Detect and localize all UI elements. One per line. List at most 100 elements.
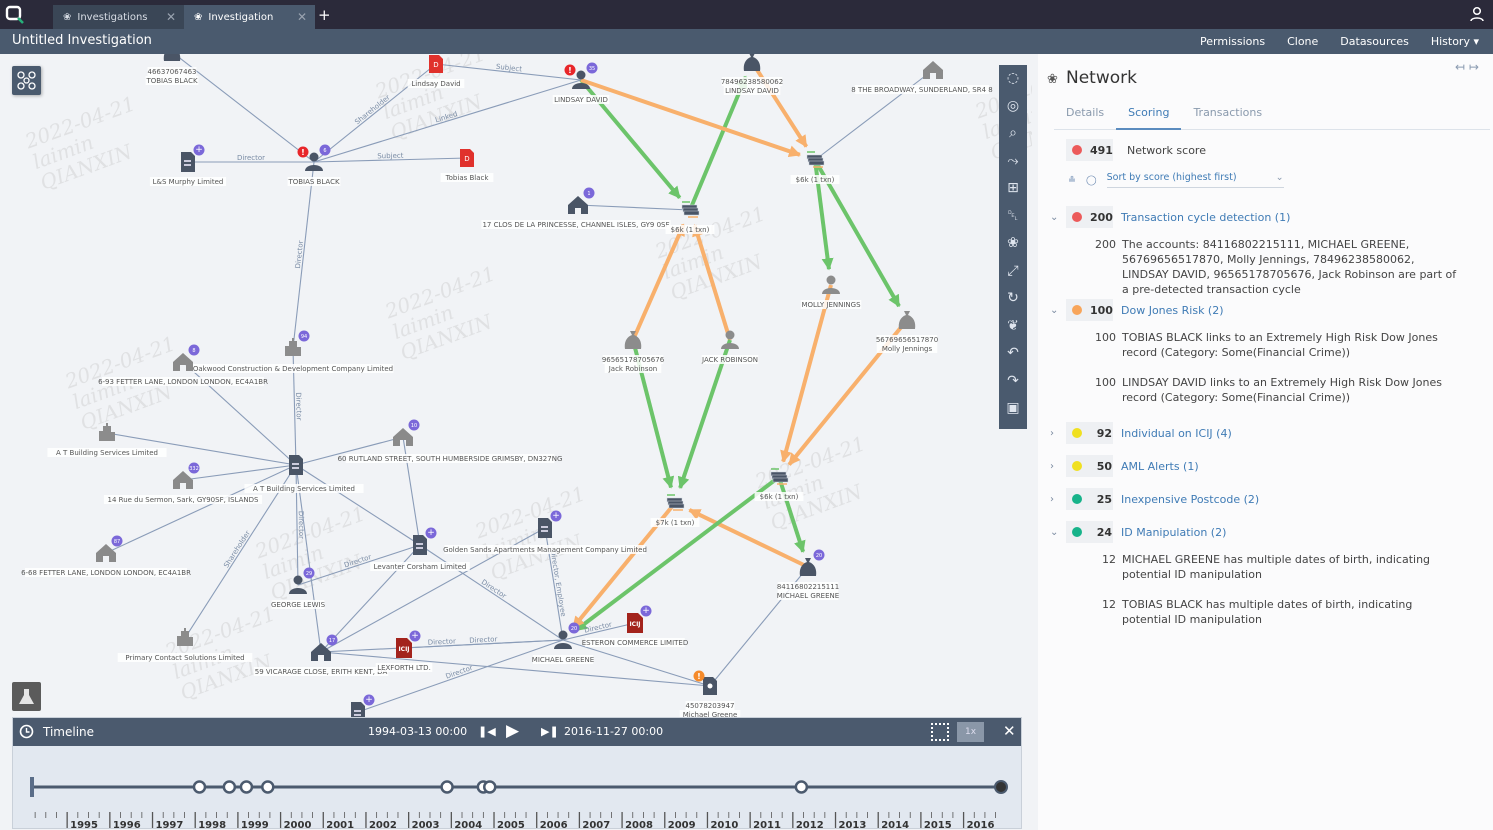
graph-node-rue[interactable]: 332 14 Rue du Sermon, Sark, GY90SF, ISLAN… xyxy=(103,462,263,505)
graph-node-doc-lindsay[interactable]: D Lindsay David xyxy=(407,55,465,88)
graph-node-acct-jack[interactable]: 96565178705676Jack Robinson xyxy=(602,331,665,373)
leaf-icon[interactable]: ❦ xyxy=(1004,317,1022,335)
graph-node-lindsay[interactable]: ! 35 LINDSAY DAVID xyxy=(552,62,610,105)
add-file-icon[interactable]: ⊞ xyxy=(1004,179,1022,197)
skip-forward-button[interactable]: ▶❚ xyxy=(541,725,559,738)
lasso-select-icon[interactable]: ◌ xyxy=(1004,69,1022,87)
score-category[interactable]: › 50 AML Alerts (1) xyxy=(1050,455,1199,477)
chevron-down-icon[interactable]: ⌄ xyxy=(1050,212,1066,223)
timeline-event-marker[interactable] xyxy=(440,780,454,794)
tab-scoring[interactable]: Scoring xyxy=(1116,100,1182,130)
chevron-down-icon[interactable]: ⌄ xyxy=(1050,305,1066,316)
timeline-event-marker[interactable] xyxy=(261,780,275,794)
chevron-right-icon[interactable]: › xyxy=(1050,494,1066,505)
trash-icon[interactable]: ␡ xyxy=(1004,207,1022,225)
user-icon[interactable] xyxy=(1469,6,1485,22)
graph-node-molly[interactable]: MOLLY JENNINGS xyxy=(800,275,862,310)
link-edge[interactable] xyxy=(295,464,322,653)
close-tab-icon[interactable]: ✕ xyxy=(166,10,176,24)
speed-button[interactable]: 1x xyxy=(957,722,984,742)
tab-transactions[interactable]: Transactions xyxy=(1181,100,1274,130)
graph-node-broadway[interactable]: 8 THE BROADWAY, SUNDERLAND, SR4 8 xyxy=(851,61,993,94)
chevron-right-icon[interactable]: › xyxy=(1050,428,1066,439)
graph-canvas[interactable]: 2022-04-21 laimin QIANXIN 2022-04-21 laim… xyxy=(0,54,1032,830)
range-start-handle[interactable] xyxy=(30,777,34,797)
expand-right-icon[interactable]: ↦ xyxy=(1469,60,1483,74)
app-logo-icon[interactable] xyxy=(4,4,26,26)
category-label[interactable]: Transaction cycle detection (1) xyxy=(1121,211,1290,224)
collapse-left-icon[interactable]: ↤ xyxy=(1455,60,1469,74)
skip-back-button[interactable]: ❚◀ xyxy=(478,725,496,738)
link-edge[interactable] xyxy=(295,464,421,546)
close-timeline-icon[interactable]: ✕ xyxy=(1003,722,1016,740)
graph-node-jack[interactable]: JACK ROBINSON xyxy=(701,330,759,365)
graph-node-acct-lindsay[interactable]: 78496238580062LINDSAY DAVID xyxy=(721,54,783,95)
search-icon[interactable]: ⌕ xyxy=(1004,124,1022,142)
graph-node-acct-tobias[interactable]: 46637067463TOBIAS BLACK xyxy=(145,54,199,85)
transaction-edge-orange[interactable] xyxy=(688,508,809,569)
refresh-icon[interactable]: ↻ xyxy=(1004,289,1022,307)
graph-node-lexforth[interactable]: ICIJ+ LEXFORTH LTD. xyxy=(375,630,433,673)
route-icon[interactable]: ⤳ xyxy=(1004,152,1022,170)
timeline-track-area[interactable]: 1995 1996 1997 1998 1999 2000 2001 2002 2003 2004… xyxy=(13,746,1021,830)
score-category[interactable]: › 25 Inexpensive Postcode (2) xyxy=(1050,488,1259,510)
transaction-edge-orange[interactable] xyxy=(692,224,732,341)
investigation-title[interactable]: Untitled Investigation xyxy=(12,33,152,48)
expand-icon[interactable]: ⤢ xyxy=(1004,262,1022,280)
graph-node-id-michael[interactable]: !45078203947Michael Greene xyxy=(679,670,741,720)
transaction-edge-orange[interactable] xyxy=(750,60,809,148)
link-edge[interactable] xyxy=(577,204,691,211)
graph-node-primary[interactable]: Primary Contact Solutions Limited xyxy=(117,628,253,662)
graph-node-rutland[interactable]: 60 RUTLAND STREET, SOUTH HUMBERSIDE GRIM… xyxy=(338,454,563,463)
panel-collapse-icons[interactable]: ↤↦ xyxy=(1455,60,1483,74)
category-label[interactable]: Dow Jones Risk (2) xyxy=(1121,304,1224,317)
chevron-down-icon[interactable]: ⌄ xyxy=(1050,527,1066,538)
history-menu[interactable]: History ▾ xyxy=(1431,35,1479,48)
undo-icon[interactable]: ↶ xyxy=(1004,344,1022,362)
close-tab-icon[interactable]: ✕ xyxy=(297,10,307,24)
graph-node-vicarage[interactable]: 17 59 VICARAGE CLOSE, ERITH KENT, DA xyxy=(253,634,389,677)
play-button[interactable]: ▶ xyxy=(506,721,519,741)
datasources-button[interactable]: Datasources xyxy=(1340,35,1409,48)
link-edge[interactable] xyxy=(357,639,564,713)
graph-node-fetter68[interactable]: 87 6-68 FETTER LANE, LONDON LONDON, EC4A1… xyxy=(21,535,191,578)
link-edge[interactable] xyxy=(814,69,934,161)
graph-node-txn1[interactable]: $6k (1 txn) xyxy=(665,201,715,234)
score-category[interactable]: ⌄ 24 ID Manipulation (2) xyxy=(1050,521,1226,543)
permissions-button[interactable]: Permissions xyxy=(1200,35,1265,48)
lightbulb-icon[interactable]: ◯ xyxy=(1086,175,1097,186)
transaction-edge-green[interactable] xyxy=(777,476,806,553)
link-edge[interactable] xyxy=(313,63,437,163)
category-label[interactable]: ID Manipulation (2) xyxy=(1121,526,1226,539)
transaction-edge-orange[interactable] xyxy=(631,223,686,341)
graph-node-lsmurphy[interactable]: + L&S Murphy Limited xyxy=(149,144,227,187)
network-view-button[interactable] xyxy=(12,66,41,95)
graph-node-acct-molly[interactable]: 56769656517870Molly Jennings xyxy=(876,311,938,353)
select-range-icon[interactable] xyxy=(931,723,949,741)
score-category[interactable]: ⌄ 200 Transaction cycle detection (1) xyxy=(1050,206,1290,228)
radial-select-icon[interactable]: ◎ xyxy=(1004,97,1022,115)
clone-button[interactable]: Clone xyxy=(1287,35,1318,48)
graph-node-oakwood[interactable]: 94 Oakwood Construction & Development Com… xyxy=(192,330,394,374)
graph-node-txn4[interactable]: $6k (1 txn) xyxy=(754,468,804,501)
link-edge[interactable] xyxy=(419,544,564,641)
link-edge[interactable] xyxy=(402,436,421,546)
graph-node-doc-tobias[interactable]: D Tobias Black xyxy=(440,149,494,182)
transaction-edge-orange[interactable] xyxy=(780,284,833,463)
category-label[interactable]: Inexpensive Postcode (2) xyxy=(1121,493,1259,506)
network-icon[interactable]: ❀ xyxy=(1004,234,1022,252)
timeline-event-marker[interactable] xyxy=(239,780,254,794)
tab-investigations[interactable]: ❀ Investigations ✕ xyxy=(53,5,184,29)
camera-icon[interactable]: ▣ xyxy=(1004,399,1022,417)
filter-icon[interactable]: ≗ xyxy=(1068,175,1076,186)
score-category[interactable]: › 92 Individual on ICIJ (4) xyxy=(1050,422,1232,444)
timeline-event-marker[interactable] xyxy=(483,780,497,794)
tab-investigation[interactable]: ❀ Investigation ✕ xyxy=(184,5,315,29)
redo-icon[interactable]: ↷ xyxy=(1004,372,1022,390)
category-label[interactable]: AML Alerts (1) xyxy=(1121,460,1199,473)
tab-details[interactable]: Details xyxy=(1054,100,1116,130)
add-tab-button[interactable]: + xyxy=(318,6,331,24)
score-category[interactable]: ⌄ 100 Dow Jones Risk (2) xyxy=(1050,299,1224,321)
network-graph[interactable]: Shareholder Linked Director Subject Subject D… xyxy=(0,54,1032,830)
timeline-event-marker[interactable] xyxy=(192,780,207,794)
